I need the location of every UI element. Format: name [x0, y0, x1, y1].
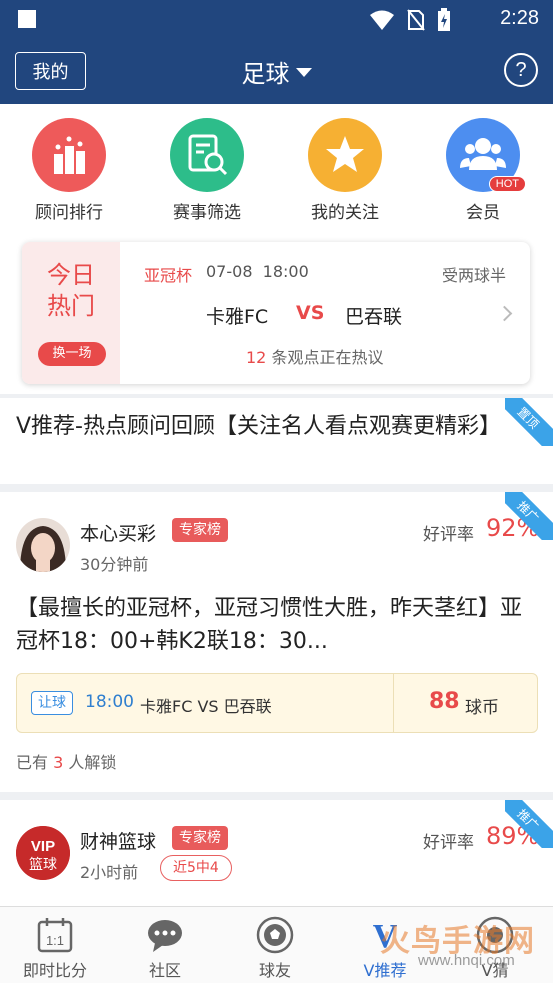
post-text: 【最擅长的亚冠杯，亚冠习惯性大胜，昨天茎红】亚冠杯18：00+韩K2联18：30… — [16, 596, 523, 654]
post-time: 2小时前 — [80, 863, 139, 882]
unlock-count: 已有 3 人解锁 — [16, 753, 117, 772]
price-unit: 球币 — [465, 698, 499, 718]
promo-corner-ribbon: 推广 — [505, 492, 553, 540]
app-header: 我的 足球 ? — [0, 38, 553, 104]
avatar[interactable] — [16, 518, 70, 572]
nav-label: 社区 — [148, 961, 181, 980]
wifi-icon — [370, 10, 394, 30]
sport-title: 足球 — [241, 60, 290, 88]
match-datetime: 07-08 18:00 — [206, 262, 309, 281]
promo-corner-ribbon: 推广 — [505, 800, 553, 848]
rating-label: 好评率 — [423, 833, 474, 853]
clock: 2:28 — [500, 7, 539, 29]
post-card[interactable]: VIP 篮球 财神篮球 专家榜 2小时前 近5中4 好评率 89% 推广 — [0, 800, 553, 906]
hot-today-card[interactable]: 今日 热门 换一场 亚冠杯 07-08 18:00 受两球半 卡雅FC VS 巴吞… — [22, 242, 530, 384]
nav-friends[interactable]: 球友 — [220, 907, 330, 983]
battery-charging-icon — [438, 8, 450, 31]
avatar[interactable]: VIP 篮球 — [16, 826, 70, 880]
nav-community[interactable]: 社区 — [110, 907, 220, 983]
dropdown-caret-icon — [295, 67, 312, 77]
rating-label: 好评率 — [423, 525, 474, 545]
v-recommend-icon: V — [365, 915, 405, 955]
svg-text:VIP: VIP — [31, 838, 55, 855]
pinned-corner-ribbon: 置顶 — [505, 398, 553, 446]
nav-label: 即时比分 — [22, 961, 87, 980]
nav-label: V推荐 — [363, 961, 407, 980]
vs-label: VS — [296, 302, 325, 324]
divider — [393, 674, 394, 732]
bottom-nav: 1:1 即时比分 社区 球友 V V推荐 V猜 — [0, 906, 553, 983]
author-name[interactable]: 财神篮球 — [80, 827, 156, 854]
quick-label: 顾问排行 — [35, 203, 103, 223]
nav-v-recommend[interactable]: V V推荐 — [330, 907, 440, 983]
no-sim-icon — [407, 9, 425, 31]
match-teams: 卡雅FC VS 巴吞联 — [140, 697, 272, 716]
status-bar: 2:28 — [0, 0, 553, 38]
handicap-label: 受两球半 — [441, 266, 506, 285]
recent-record-badge: 近5中4 — [160, 855, 232, 881]
quick-label: 会员 — [466, 203, 500, 223]
soccer-ball-icon — [255, 915, 295, 955]
hot-badge: HOT — [488, 176, 526, 192]
ranking-icon — [32, 118, 106, 192]
post-time: 30分钟前 — [80, 555, 149, 574]
svg-text:1:1: 1:1 — [46, 933, 64, 948]
swap-match-button[interactable]: 换一场 — [38, 342, 106, 366]
chevron-right-icon — [496, 305, 513, 322]
bet-type-tag: 让球 — [31, 691, 73, 715]
status-icons — [369, 8, 451, 32]
nav-label: 球友 — [258, 961, 291, 980]
expert-tag: 专家榜 — [172, 518, 228, 542]
sport-selector[interactable]: 足球 — [0, 54, 553, 89]
help-button[interactable]: ? — [504, 53, 538, 87]
home-team: 卡雅FC — [206, 306, 269, 328]
league-name: 亚冠杯 — [144, 266, 193, 285]
quick-my-follow[interactable]: 我的关注 — [290, 118, 400, 223]
hot-today-badge: 今日 热门 换一场 — [22, 242, 120, 384]
banner-text: V推荐-热点顾问回顾【关注名人看点观赛更精彩】 — [16, 414, 501, 439]
v-guess-icon — [475, 915, 515, 955]
author-name[interactable]: 本心买彩 — [80, 519, 156, 546]
pinned-banner[interactable]: V推荐-热点顾问回顾【关注名人看点观赛更精彩】 置顶 — [0, 398, 553, 484]
match-time: 18:00 — [85, 692, 134, 712]
away-team: 巴吞联 — [345, 306, 403, 328]
filter-search-icon — [170, 118, 244, 192]
quick-label: 我的关注 — [311, 203, 379, 223]
discussion-count: 12 条观点正在热议 — [246, 348, 384, 367]
star-icon — [308, 118, 382, 192]
nav-live-score[interactable]: 1:1 即时比分 — [0, 907, 110, 983]
quick-label: 赛事筛选 — [173, 203, 241, 223]
quick-actions-panel: 顾问排行 赛事筛选 我的关注 HOT 会员 今日 热门 换一场 亚冠杯 07-08… — [0, 104, 553, 394]
quick-membership[interactable]: HOT 会员 — [428, 118, 538, 223]
members-icon: HOT — [446, 118, 526, 192]
chat-bubble-icon — [145, 915, 185, 955]
notification-icon — [18, 10, 36, 28]
calendar-score-icon: 1:1 — [35, 915, 75, 955]
quick-match-filter[interactable]: 赛事筛选 — [152, 118, 262, 223]
svg-text:V: V — [373, 918, 398, 955]
expert-tag: 专家榜 — [172, 826, 228, 850]
nav-v-guess[interactable]: V猜 — [440, 907, 550, 983]
post-card[interactable]: 本心买彩 专家榜 30分钟前 好评率 92% 推广 【最擅长的亚冠杯，亚冠习惯性… — [0, 492, 553, 792]
nav-label: V猜 — [481, 961, 509, 980]
hot-today-title: 今日 热门 — [47, 261, 95, 320]
svg-text:篮球: 篮球 — [29, 857, 57, 873]
price: 88 — [429, 689, 460, 714]
paid-match-box[interactable]: 让球 18:00 卡雅FC VS 巴吞联 88 球币 — [16, 673, 538, 733]
quick-advisor-ranking[interactable]: 顾问排行 — [14, 118, 124, 223]
